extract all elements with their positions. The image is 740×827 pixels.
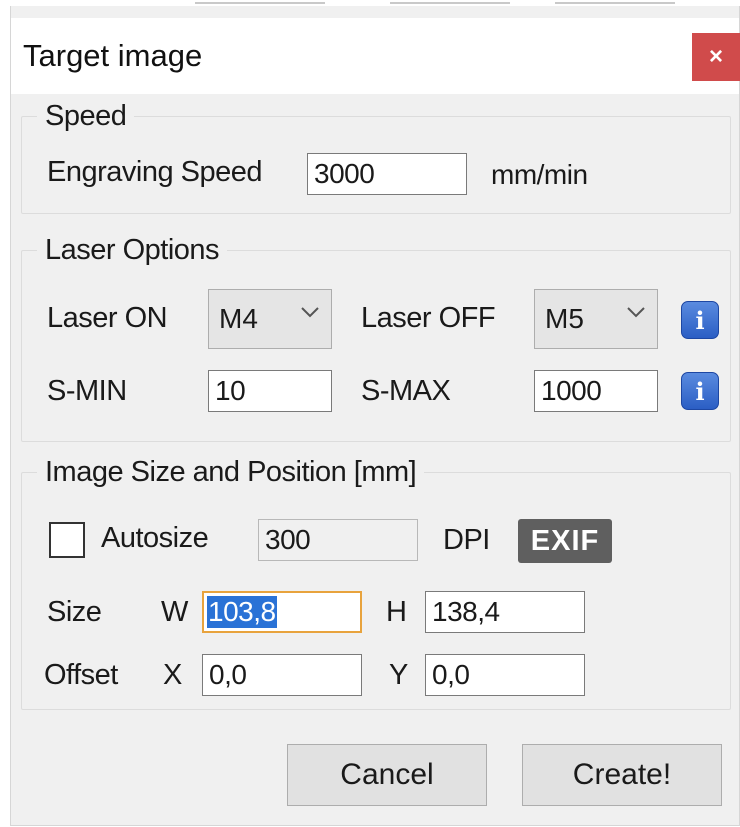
image-size-group-label: Image Size and Position [mm] [37, 456, 425, 489]
width-label: W [161, 596, 188, 628]
engraving-speed-value: 3000 [314, 158, 375, 189]
info-icon: i [695, 376, 705, 406]
exif-button[interactable]: EXIF [518, 519, 612, 563]
s-max-input[interactable]: 1000 [534, 370, 658, 412]
offset-x-input[interactable]: 0,0 [202, 654, 362, 696]
laser-off-value: M5 [545, 303, 584, 334]
s-min-input[interactable]: 10 [208, 370, 332, 412]
offset-x-value: 0,0 [209, 659, 247, 690]
dpi-value: 300 [265, 524, 311, 555]
laser-on-value: M4 [219, 303, 258, 334]
chevron-down-icon [627, 307, 645, 318]
close-button[interactable]: × [692, 33, 740, 81]
laser-mode-info-button[interactable]: i [681, 301, 719, 339]
dpi-label: DPI [443, 524, 490, 556]
laser-on-label: Laser ON [47, 302, 168, 334]
create-button-label: Create! [572, 758, 672, 791]
offset-x-label: X [163, 659, 182, 691]
cancel-button-label: Cancel [340, 758, 434, 791]
width-input[interactable]: 103,8 [202, 591, 362, 633]
height-value: 138,4 [432, 596, 500, 627]
create-button[interactable]: Create! [522, 744, 722, 806]
offset-y-input[interactable]: 0,0 [425, 654, 585, 696]
target-image-dialog: Target image × Speed Engraving Speed 300… [10, 6, 740, 826]
offset-y-value: 0,0 [432, 659, 470, 690]
height-input[interactable]: 138,4 [425, 591, 585, 633]
dpi-input[interactable]: 300 [258, 519, 418, 561]
s-max-label: S-MAX [361, 375, 451, 407]
speed-unit-label: mm/min [491, 159, 588, 190]
laser-off-label: Laser OFF [361, 302, 496, 334]
s-min-value: 10 [215, 375, 246, 406]
window-title: Target image [23, 38, 203, 73]
background-line [555, 2, 675, 4]
engraving-speed-label: Engraving Speed [47, 156, 263, 188]
autosize-label[interactable]: Autosize [101, 522, 209, 555]
laser-off-select[interactable]: M5 [534, 289, 658, 349]
s-range-info-button[interactable]: i [681, 372, 719, 410]
s-min-label: S-MIN [47, 375, 127, 407]
offset-y-label: Y [389, 659, 408, 691]
offset-label: Offset [44, 659, 118, 691]
autosize-checkbox[interactable] [49, 522, 85, 558]
size-label: Size [47, 596, 102, 628]
cancel-button[interactable]: Cancel [287, 744, 487, 806]
chevron-down-icon [301, 307, 319, 318]
width-value: 103,8 [207, 596, 277, 628]
speed-group-label: Speed [37, 100, 135, 133]
background-line [195, 2, 325, 4]
height-label: H [386, 596, 407, 628]
info-icon: i [695, 305, 705, 335]
close-icon: × [708, 43, 723, 70]
exif-label: EXIF [530, 524, 600, 557]
laser-options-group-label: Laser Options [37, 234, 228, 267]
title-bar[interactable]: Target image × [11, 18, 740, 94]
laser-on-select[interactable]: M4 [208, 289, 332, 349]
background-line [390, 2, 510, 4]
s-max-value: 1000 [541, 375, 602, 406]
engraving-speed-input[interactable]: 3000 [307, 153, 467, 195]
image-size-group [21, 472, 731, 710]
